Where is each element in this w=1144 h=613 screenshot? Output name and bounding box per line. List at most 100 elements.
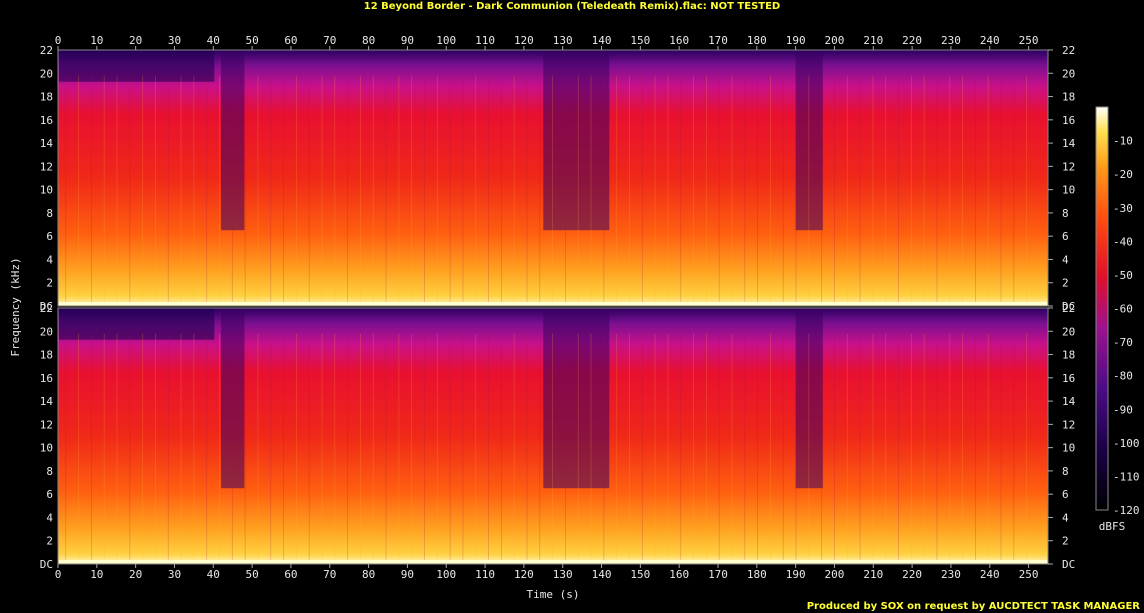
x-tick-label-top: 190 <box>786 34 806 47</box>
x-tick-label-bottom: 250 <box>1019 568 1039 581</box>
x-axis-bottom: 0 10 20 30 40 50 60 70 80 90 100 110 120 130 140 150 160… <box>55 568 1039 581</box>
colorbar <box>1095 106 1109 511</box>
y-tick-label-left: 18 <box>40 91 53 104</box>
x-tick-label-bottom: 140 <box>592 568 612 581</box>
x-tick-label-top: 150 <box>630 34 650 47</box>
colorbar-tick-label: -70 <box>1113 336 1133 349</box>
colorbar-tick-label: -110 <box>1113 470 1140 483</box>
x-tick-label-top: 160 <box>669 34 689 47</box>
y-tick-label-left: 22 <box>40 302 53 315</box>
y-tick-label-left: 4 <box>46 511 53 524</box>
y-tick-label-left: 12 <box>40 160 53 173</box>
y-tick-label-left: 18 <box>40 349 53 362</box>
x-tick-label-bottom: 130 <box>553 568 573 581</box>
y-tick-label-left: 20 <box>40 325 53 338</box>
x-tick-label-bottom: 70 <box>323 568 336 581</box>
x-tick-label-bottom: 80 <box>362 568 375 581</box>
x-tick-label-top: 80 <box>362 34 375 47</box>
x-axis-label: Time (s) <box>527 588 580 601</box>
quiet-intro-1 <box>59 51 215 82</box>
x-tick-label-bottom: 50 <box>245 568 258 581</box>
spectrogram-chart: 0 10 20 30 40 50 60 70 80 90 100 110 120 130 140 150 160… <box>9 34 1140 601</box>
x-tick-label-top: 100 <box>436 34 456 47</box>
x-tick-label-top: 60 <box>284 34 297 47</box>
x-tick-label-top: 120 <box>514 34 534 47</box>
x-tick-label-top: 130 <box>553 34 573 47</box>
colorbar-tick-label: -40 <box>1113 235 1133 248</box>
y-tick-label-left: 20 <box>40 67 53 80</box>
x-tick-label-bottom: 230 <box>941 568 961 581</box>
y-tick-label-right: 12 <box>1062 160 1075 173</box>
colorbar-tick-label: -50 <box>1113 269 1133 282</box>
y-tick-label-left: 22 <box>40 44 53 57</box>
y-tick-label-left: 2 <box>46 277 53 290</box>
colorbar-tick-label: -90 <box>1113 403 1133 416</box>
y-tick-label-left: 10 <box>40 184 53 197</box>
y-tick-label-right: 6 <box>1062 230 1069 243</box>
colorbar-tick-label: -20 <box>1113 168 1133 181</box>
quiet-intro-2 <box>59 309 215 340</box>
y-tick-label-left: 4 <box>46 253 53 266</box>
y-tick-label-right: 10 <box>1062 442 1075 455</box>
x-tick-label-bottom: 30 <box>168 568 181 581</box>
x-tick-label-bottom: 120 <box>514 568 534 581</box>
x-tick-label-bottom: 100 <box>436 568 456 581</box>
y-tick-label-left: 16 <box>40 372 53 385</box>
y-axis-label: Frequency (kHz) <box>9 257 22 356</box>
x-tick-label-top: 240 <box>980 34 1000 47</box>
y-tick-label-right: 6 <box>1062 488 1069 501</box>
dark-region-2-2 <box>543 309 610 489</box>
x-tick-label-bottom: 150 <box>630 568 650 581</box>
footer-credit: Produced by SOX on request by AUCDTECT T… <box>806 601 1140 612</box>
x-tick-label-top: 20 <box>129 34 142 47</box>
x-tick-label-bottom: 190 <box>786 568 806 581</box>
x-tick-label-bottom: 60 <box>284 568 297 581</box>
dc-band-2 <box>59 560 1047 563</box>
colorbar-tick-label: -60 <box>1113 303 1133 316</box>
y-tick-label-right: 14 <box>1062 395 1076 408</box>
x-tick-label-top: 250 <box>1019 34 1039 47</box>
x-tick-label-top: 70 <box>323 34 336 47</box>
y-tick-label-right: 2 <box>1062 535 1069 548</box>
x-tick-label-bottom: 10 <box>90 568 103 581</box>
y-tick-label-left: 12 <box>40 418 53 431</box>
x-tick-label-bottom: 20 <box>129 568 142 581</box>
y-tick-label-right: 18 <box>1062 349 1075 362</box>
x-tick-label-top: 0 <box>55 34 62 47</box>
y-tick-label-right: 8 <box>1062 465 1069 478</box>
y-tick-label-left: 6 <box>46 230 53 243</box>
y-tick-label-left: 6 <box>46 488 53 501</box>
x-tick-label-top: 30 <box>168 34 181 47</box>
y-tick-label-right: 2 <box>1062 277 1069 290</box>
colorbar-tick-label: -100 <box>1113 437 1140 450</box>
y-tick-label-right: 16 <box>1062 372 1075 385</box>
colorbar-label: dBFS <box>1099 520 1126 533</box>
y-tick-label-right: 20 <box>1062 67 1075 80</box>
y-tick-label-right: 22 <box>1062 44 1075 57</box>
x-tick-label-top: 230 <box>941 34 961 47</box>
x-tick-label-bottom: 160 <box>669 568 689 581</box>
y-tick-label-left: 14 <box>40 137 54 150</box>
dark-region-1-2 <box>543 51 610 231</box>
y-tick-label-right: 20 <box>1062 325 1075 338</box>
colorbar-tick-label: -30 <box>1113 202 1133 215</box>
y-tick-label-left: 10 <box>40 442 53 455</box>
y-tick-label-right: 10 <box>1062 184 1075 197</box>
y-tick-label-right: 4 <box>1062 253 1069 266</box>
x-tick-label-bottom: 90 <box>401 568 414 581</box>
x-tick-label-top: 140 <box>592 34 612 47</box>
x-tick-label-top: 110 <box>475 34 495 47</box>
x-tick-label-top: 10 <box>90 34 103 47</box>
y-tick-label-right: 14 <box>1062 137 1076 150</box>
x-tick-label-bottom: 180 <box>747 568 767 581</box>
x-tick-label-bottom: 200 <box>825 568 845 581</box>
x-tick-label-bottom: 210 <box>863 568 883 581</box>
y-tick-label-right: 4 <box>1062 511 1069 524</box>
x-tick-label-bottom: 40 <box>207 568 220 581</box>
colorbar-tick-label: -80 <box>1113 370 1133 383</box>
x-tick-label-bottom: 0 <box>55 568 62 581</box>
x-tick-label-top: 220 <box>902 34 922 47</box>
y-tick-label-right: 18 <box>1062 91 1075 104</box>
x-tick-label-top: 200 <box>825 34 845 47</box>
x-tick-label-bottom: 220 <box>902 568 922 581</box>
